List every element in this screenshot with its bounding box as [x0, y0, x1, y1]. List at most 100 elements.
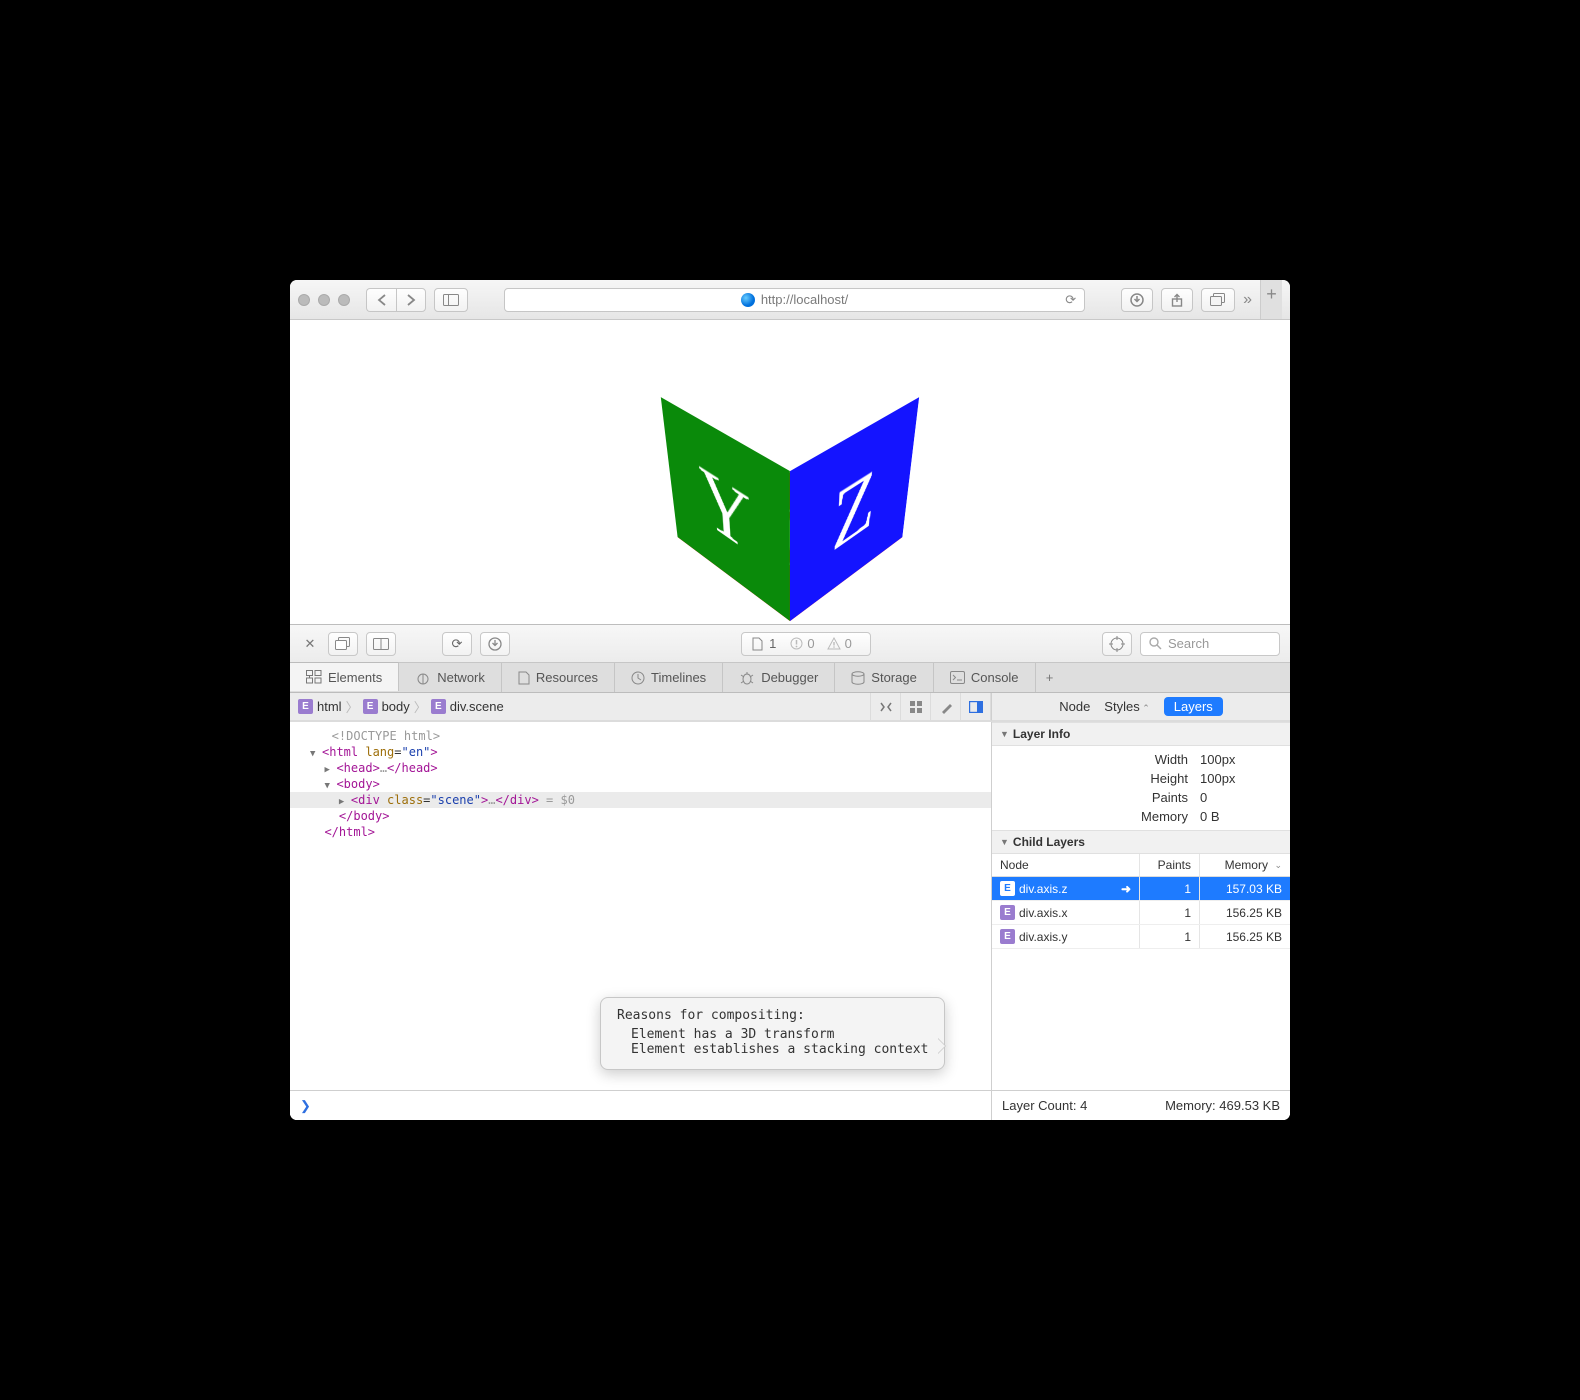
compositing-borders-icon[interactable]	[961, 693, 991, 721]
url-text: http://localhost/	[761, 292, 848, 307]
share-button[interactable]	[1161, 288, 1193, 312]
cube-face-z: Z	[790, 397, 919, 621]
element-badge-icon: E	[1000, 929, 1015, 944]
warnings-count: 0	[827, 636, 852, 651]
crumb-html[interactable]: E html 〉	[298, 697, 359, 716]
minimize-window-button[interactable]	[318, 294, 330, 306]
dom-line[interactable]: </html>	[290, 824, 991, 840]
col-memory[interactable]: Memory ⌄	[1200, 854, 1290, 876]
devtools-tabs: Elements Network Resources Timelines Deb…	[290, 663, 1290, 693]
scope-node[interactable]: Node	[1059, 699, 1090, 714]
cube-face-y: Y	[661, 397, 790, 621]
tab-debugger[interactable]: Debugger	[723, 663, 835, 692]
tabs-button[interactable]	[1201, 288, 1235, 312]
go-to-element-icon[interactable]: ➜	[1121, 882, 1131, 896]
zoom-window-button[interactable]	[338, 294, 350, 306]
devtools-toolbar: ✕ ⟳ 1 0 0	[290, 625, 1290, 663]
popover-reason: Element has a 3D transform	[631, 1027, 928, 1042]
tab-timelines[interactable]: Timelines	[615, 663, 723, 692]
issue-counts: 1 0 0	[741, 632, 871, 656]
child-layer-row[interactable]: Ediv.axis.z➜1157.03 KB	[992, 877, 1290, 901]
crumb-body[interactable]: E body 〉	[363, 697, 427, 716]
download-button[interactable]	[480, 632, 510, 656]
traffic-lights	[298, 294, 350, 306]
scope-styles[interactable]: Styles ⌃	[1104, 699, 1149, 714]
scope-layers[interactable]: Layers	[1164, 697, 1223, 716]
layers-sidebar: Layer Info Width100px Height100px Paints…	[992, 722, 1290, 1120]
element-badge-icon: E	[1000, 881, 1015, 896]
search-placeholder: Search	[1168, 636, 1209, 651]
child-layer-row[interactable]: Ediv.axis.y1156.25 KB	[992, 925, 1290, 949]
address-bar[interactable]: http://localhost/ ⟳	[504, 288, 1085, 312]
dom-line[interactable]: <!DOCTYPE html>	[290, 728, 991, 744]
elements-panel: <!DOCTYPE html> <html lang="en"> <head>……	[290, 722, 992, 1120]
reload-page-button[interactable]: ⟳	[442, 632, 472, 656]
element-badge-icon: E	[363, 699, 378, 714]
child-layer-memory: 156.25 KB	[1200, 901, 1290, 924]
tab-resources[interactable]: Resources	[502, 663, 615, 692]
reload-icon[interactable]: ⟳	[1065, 292, 1076, 308]
crumb-div-scene[interactable]: E div.scene	[431, 699, 504, 714]
child-layer-row[interactable]: Ediv.axis.x1156.25 KB	[992, 901, 1290, 925]
storage-icon	[851, 671, 865, 685]
layers-memory: Memory: 469.53 KB	[1165, 1098, 1280, 1113]
inspect-element-button[interactable]	[1102, 632, 1132, 656]
chevron-right-icon: 〉	[414, 697, 427, 716]
dom-line[interactable]: <html lang="en">	[290, 744, 991, 760]
dock-bottom-button[interactable]	[366, 632, 396, 656]
tab-elements[interactable]: Elements	[290, 662, 399, 691]
new-tab-button[interactable]: +	[1260, 280, 1282, 319]
print-source-icon[interactable]	[901, 693, 931, 721]
dom-line[interactable]: <head>…</head>	[290, 760, 991, 776]
close-devtools-button[interactable]: ✕	[300, 636, 320, 652]
compositing-reasons-popover: Reasons for compositing: Element has a 3…	[600, 997, 945, 1070]
breadcrumb: E html 〉 E body 〉 E div.scene	[290, 697, 870, 716]
dom-line[interactable]: </body>	[290, 808, 991, 824]
page-content: Y Z X	[290, 320, 1290, 625]
dom-tree-toggle-icon[interactable]	[871, 693, 901, 721]
elements-view-modes	[870, 693, 991, 721]
element-badge-icon: E	[1000, 905, 1015, 920]
layers-footer: Layer Count: 4 Memory: 469.53 KB	[992, 1090, 1290, 1120]
new-devtools-tab-button[interactable]: +	[1036, 663, 1064, 692]
prompt-chevron-icon: ❯	[300, 1098, 311, 1114]
child-layer-memory: 156.25 KB	[1200, 925, 1290, 948]
timelines-icon	[631, 671, 645, 685]
dom-line-selected[interactable]: <div class="scene">…</div> = $0	[290, 792, 991, 808]
sidebar-toggle-button[interactable]	[434, 288, 468, 312]
tab-network[interactable]: Network	[399, 663, 502, 692]
child-layer-paints: 1	[1140, 877, 1200, 900]
child-layer-paints: 1	[1140, 901, 1200, 924]
dom-line[interactable]: <body>	[290, 776, 991, 792]
child-layers-header[interactable]: Child Layers	[992, 830, 1290, 854]
col-paints[interactable]: Paints	[1140, 854, 1200, 876]
site-icon	[741, 293, 755, 307]
titlebar: http://localhost/ ⟳ » +	[290, 280, 1290, 320]
dock-side-button[interactable]	[328, 632, 358, 656]
child-layer-memory: 157.03 KB	[1200, 877, 1290, 900]
document-count: 1	[769, 636, 776, 651]
search-icon	[1149, 637, 1162, 650]
console-prompt[interactable]: ❯	[290, 1090, 991, 1120]
popover-reason: Element establishes a stacking context	[631, 1042, 928, 1057]
tab-storage[interactable]: Storage	[835, 663, 934, 692]
downloads-button[interactable]	[1121, 288, 1153, 312]
layer-info-table: Width100px Height100px Paints0 Memory0 B	[992, 746, 1290, 830]
right-scope-tabs: Node Styles ⌃ Layers	[992, 693, 1290, 721]
resources-icon	[518, 671, 530, 685]
back-button[interactable]	[366, 288, 396, 312]
devtools-search[interactable]: Search	[1140, 632, 1280, 656]
layer-count: Layer Count: 4	[1002, 1098, 1087, 1113]
close-window-button[interactable]	[298, 294, 310, 306]
tab-console[interactable]: Console	[934, 663, 1036, 692]
toolbar-overflow-icon[interactable]: »	[1243, 291, 1252, 309]
document-icon	[752, 637, 763, 651]
forward-button[interactable]	[396, 288, 426, 312]
dom-tree[interactable]: <!DOCTYPE html> <html lang="en"> <head>……	[290, 722, 991, 1090]
paint-flash-icon[interactable]	[931, 693, 961, 721]
col-node[interactable]: Node	[992, 854, 1140, 876]
layer-info-header[interactable]: Layer Info	[992, 722, 1290, 746]
popover-title: Reasons for compositing:	[617, 1008, 928, 1023]
elements-icon	[306, 670, 322, 684]
devtools-body: <!DOCTYPE html> <html lang="en"> <head>……	[290, 722, 1290, 1120]
